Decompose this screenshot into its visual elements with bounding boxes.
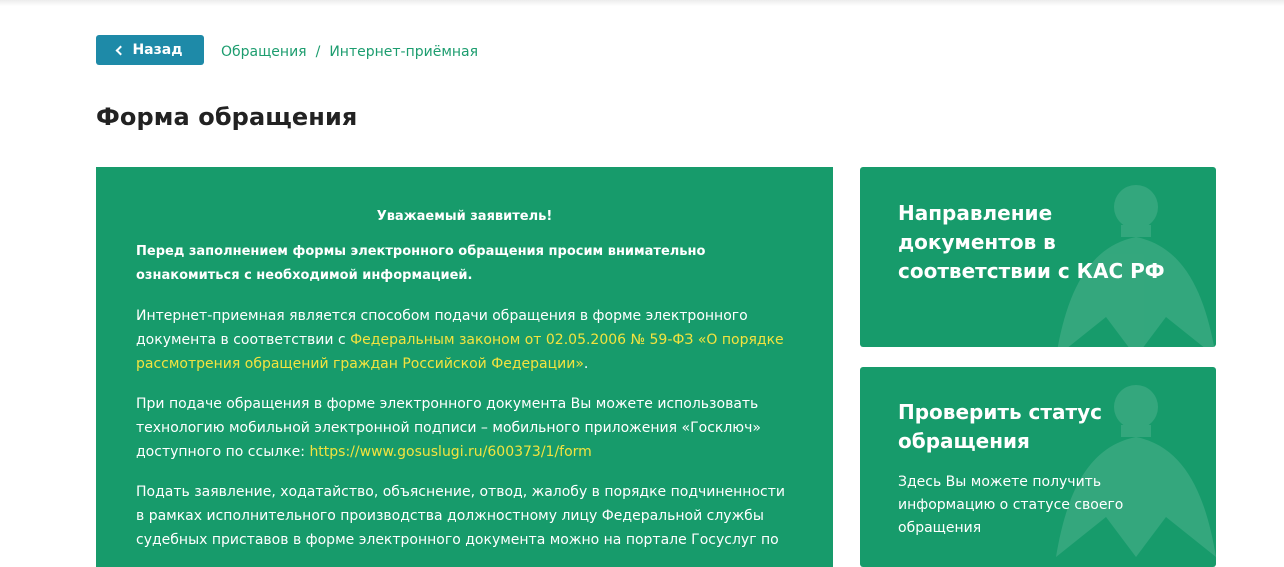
notice-panel: Уважаемый заявитель! Перед заполнением ф…: [96, 167, 833, 567]
notice-paragraph-gosklyuch: При подаче обращения в форме электронног…: [136, 392, 793, 464]
notice-paragraph-law: Интернет-приемная является способом пода…: [136, 304, 793, 376]
kas-documents-card[interactable]: Направление документов в соответствии с …: [860, 167, 1216, 347]
back-button-label: Назад: [132, 42, 183, 58]
page-title: Форма обращения: [96, 103, 358, 131]
status-card-title: Проверить статус обращения: [898, 400, 1102, 453]
top-shadow: [0, 0, 1284, 6]
notice-intro: Перед заполнением формы электронного обр…: [136, 244, 706, 283]
back-button[interactable]: Назад: [96, 35, 204, 65]
status-card-description: Здесь Вы можете получить информацию о ст…: [898, 474, 1124, 536]
breadcrumb-item-internet-reception[interactable]: Интернет-приёмная: [329, 44, 478, 60]
gosuslugi-form-link[interactable]: https://www.gosuslugi.ru/600373/1/form: [309, 444, 591, 460]
topbar: Назад Обращения / Интернет-приёмная: [96, 35, 478, 65]
notice-law-end: .: [583, 356, 589, 372]
notice-greeting: Уважаемый заявитель!: [376, 209, 553, 224]
notice-paragraph-enforcement: Подать заявление, ходатайство, объяснени…: [136, 484, 785, 548]
check-status-card[interactable]: Проверить статус обращения Здесь Вы може…: [860, 367, 1216, 567]
chevron-left-icon: [116, 45, 126, 56]
breadcrumb-separator: /: [315, 44, 321, 60]
breadcrumb-item-appeals[interactable]: Обращения: [221, 44, 307, 60]
kas-card-title: Направление документов в соответствии с …: [898, 201, 1165, 283]
breadcrumb: Обращения / Интернет-приёмная: [221, 44, 478, 60]
